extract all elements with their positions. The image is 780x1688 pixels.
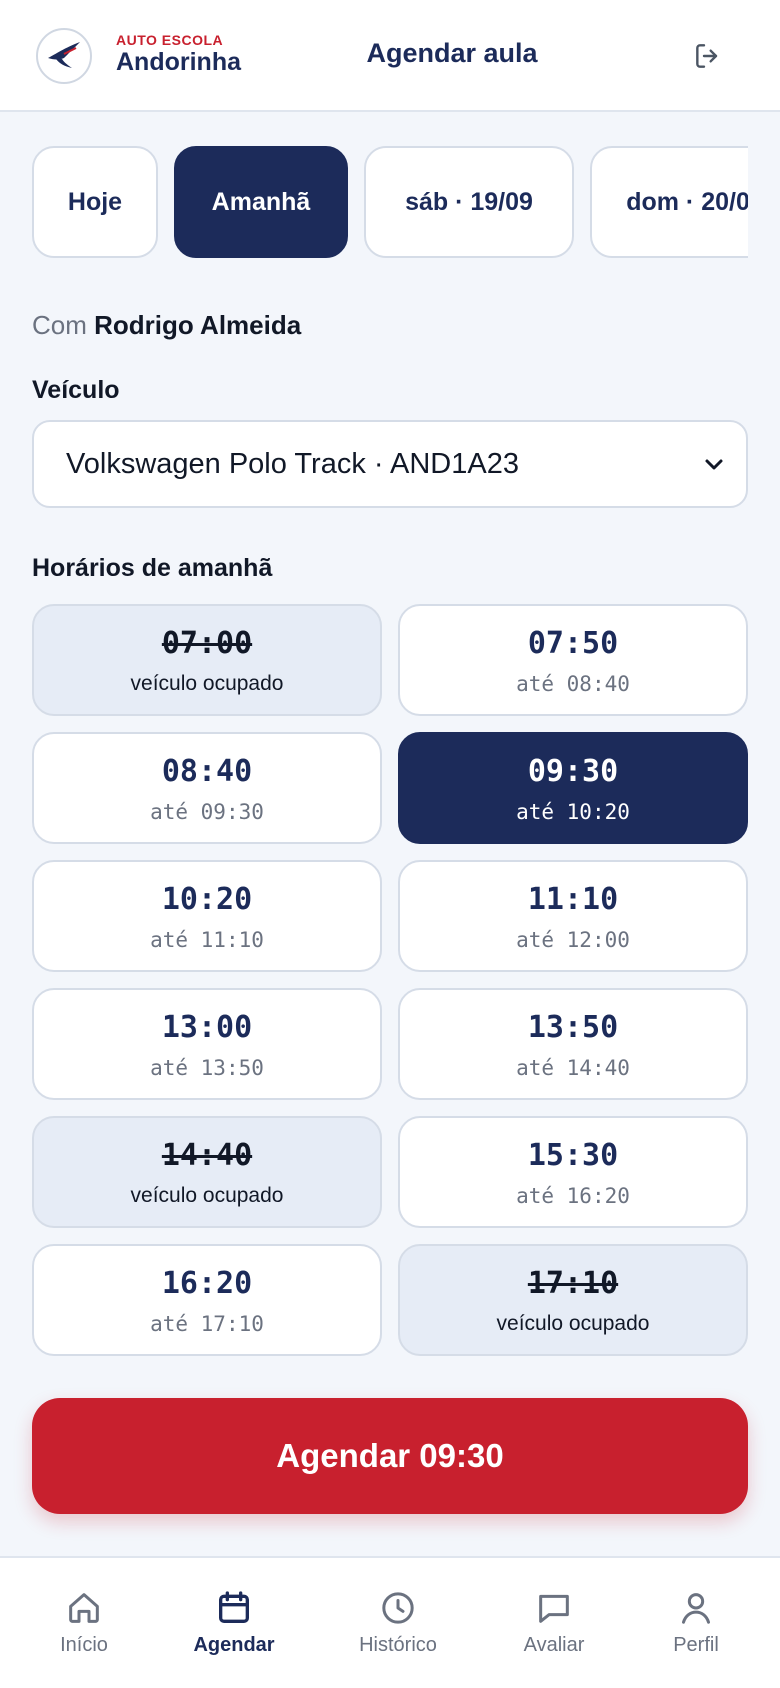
slot-time: 09:30: [527, 754, 619, 789]
brand-subtitle: AUTO ESCOLA: [116, 32, 224, 48]
time-slot[interactable]: 07:50 até 08:40: [398, 604, 748, 716]
day-tab-amanha[interactable]: Amanhã: [174, 146, 348, 258]
slot-sub: até 11:10: [150, 928, 264, 952]
slot-time: 13:00: [161, 1010, 253, 1045]
swallow-icon: [48, 42, 80, 68]
nav-label: Perfil: [673, 1634, 719, 1656]
slot-time: 07:00: [161, 626, 253, 661]
logout-button[interactable]: [690, 38, 726, 74]
schedule-button[interactable]: Agendar 09:30: [32, 1398, 748, 1514]
instructor-line: Com Rodrigo Almeida: [32, 310, 301, 341]
slot-sub: até 09:30: [150, 800, 264, 824]
slot-time: 10:20: [161, 882, 253, 917]
time-slot[interactable]: 15:30 até 16:20: [398, 1116, 748, 1228]
time-slot[interactable]: 08:40 até 09:30: [32, 732, 382, 844]
brand-name: Andorinha: [116, 48, 241, 76]
bottom-nav: Início Agendar Histórico Avaliar Perfil: [0, 1556, 780, 1688]
time-slot[interactable]: 10:20 até 11:10: [32, 860, 382, 972]
instructor-name: Rodrigo Almeida: [94, 310, 302, 340]
nav-label: Histórico: [359, 1634, 437, 1656]
day-tab-hoje[interactable]: Hoje: [32, 146, 158, 258]
calendar-icon: [219, 1591, 249, 1623]
slot-sub: até 10:20: [516, 800, 630, 824]
nav-label: Avaliar: [523, 1634, 585, 1656]
slot-time: 17:10: [527, 1266, 619, 1301]
nav-item-perfil[interactable]: Perfil: [626, 1588, 766, 1657]
slot-time: 16:20: [161, 1266, 253, 1301]
slot-sub: até 16:20: [516, 1184, 630, 1208]
app-header: AUTO ESCOLA Andorinha Agendar aula: [0, 0, 780, 112]
time-slot: 07:00 veículo ocupado: [32, 604, 382, 716]
home-icon: [69, 1593, 99, 1623]
day-tab-sab[interactable]: sáb · 19/09: [364, 146, 574, 258]
slot-time: 13:50: [527, 1010, 619, 1045]
time-slot-grid: 07:00 veículo ocupado 07:50 até 08:40 08…: [32, 604, 748, 1358]
slot-sub: veículo ocupado: [130, 1184, 284, 1207]
time-slot: 14:40 veículo ocupado: [32, 1116, 382, 1228]
vehicle-select[interactable]: Volkswagen Polo Track · AND1A23: [32, 420, 748, 508]
time-slot[interactable]: 16:20 até 17:10: [32, 1244, 382, 1356]
nav-item-avaliar[interactable]: Avaliar: [484, 1588, 624, 1657]
time-slot[interactable]: 13:50 até 14:40: [398, 988, 748, 1100]
nav-item-inicio[interactable]: Início: [14, 1588, 154, 1657]
slot-time: 15:30: [527, 1138, 619, 1173]
vehicle-selected-value: Volkswagen Polo Track · AND1A23: [66, 448, 519, 480]
slot-time: 11:10: [527, 882, 619, 917]
slot-sub: veículo ocupado: [130, 672, 284, 695]
chevron-down-icon: [705, 459, 723, 470]
logout-icon: [696, 44, 718, 68]
slot-sub: até 14:40: [516, 1056, 630, 1080]
slot-time: 07:50: [527, 626, 619, 661]
slot-sub: até 17:10: [150, 1312, 264, 1336]
nav-item-agendar[interactable]: Agendar: [164, 1588, 304, 1657]
time-slot[interactable]: 11:10 até 12:00: [398, 860, 748, 972]
user-icon: [682, 1593, 710, 1624]
nav-label: Início: [60, 1634, 108, 1656]
time-slot[interactable]: 09:30 até 10:20: [398, 732, 748, 844]
slots-title: Horários de amanhã: [32, 554, 273, 582]
time-slot: 17:10 veículo ocupado: [398, 1244, 748, 1356]
time-slot[interactable]: 13:00 até 13:50: [32, 988, 382, 1100]
clock-icon: [382, 1592, 414, 1624]
page-title: Agendar aula: [366, 38, 538, 68]
slot-time: 14:40: [161, 1138, 253, 1173]
logo: [36, 28, 92, 84]
slot-sub: até 13:50: [150, 1056, 264, 1080]
day-tab-dom[interactable]: dom · 20/09: [590, 146, 748, 258]
nav-label: Agendar: [193, 1634, 275, 1656]
day-tabs: Hoje Amanhã sáb · 19/09 dom · 20/09: [32, 146, 748, 258]
nav-item-historico[interactable]: Histórico: [328, 1588, 468, 1657]
vehicle-label: Veículo: [32, 376, 120, 404]
slot-sub: até 12:00: [516, 928, 630, 952]
slot-time: 08:40: [161, 754, 253, 789]
chat-icon: [539, 1594, 569, 1623]
instructor-prefix: Com: [32, 310, 87, 340]
slot-sub: até 08:40: [516, 672, 630, 696]
slot-sub: veículo ocupado: [496, 1312, 650, 1335]
